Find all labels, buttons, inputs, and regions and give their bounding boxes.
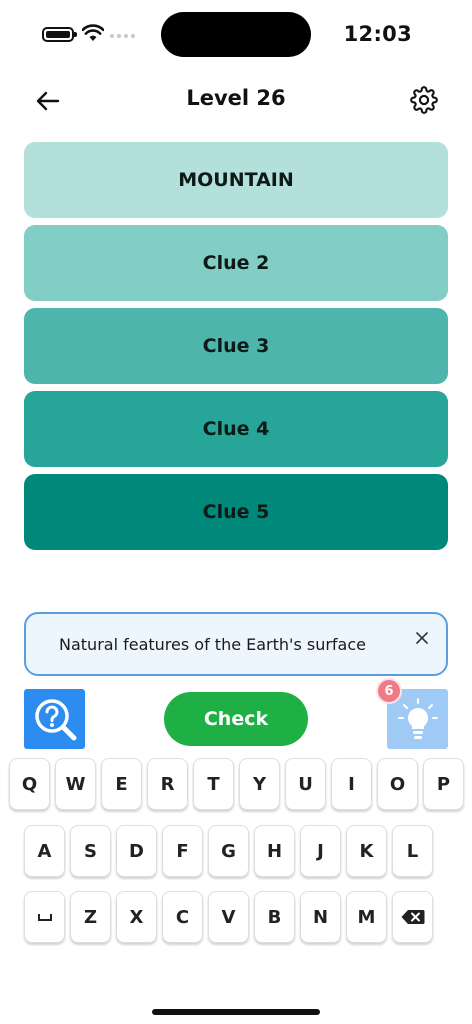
- key-b[interactable]: B: [254, 891, 295, 943]
- hint-banner: Natural features of the Earth's surface: [24, 612, 448, 676]
- key-t[interactable]: T: [193, 758, 234, 810]
- dynamic-island: [161, 12, 311, 57]
- search-question-icon: [34, 699, 76, 741]
- clue-card-1[interactable]: MOUNTAIN: [24, 142, 448, 218]
- key-w[interactable]: W: [55, 758, 96, 810]
- gear-icon: [410, 86, 438, 114]
- key-r[interactable]: R: [147, 758, 188, 810]
- check-button[interactable]: Check: [164, 692, 308, 746]
- home-indicator: [152, 1009, 320, 1015]
- battery-icon: [42, 27, 77, 42]
- key-backspace[interactable]: [392, 891, 433, 943]
- key-u[interactable]: U: [285, 758, 326, 810]
- key-l[interactable]: L: [392, 825, 433, 877]
- key-m[interactable]: M: [346, 891, 387, 943]
- key-h[interactable]: H: [254, 825, 295, 877]
- clue-card-5[interactable]: Clue 5: [24, 474, 448, 550]
- key-z[interactable]: Z: [70, 891, 111, 943]
- key-j[interactable]: J: [300, 825, 341, 877]
- page-title: Level 26: [186, 86, 286, 110]
- key-g[interactable]: G: [208, 825, 249, 877]
- wifi-icon: [82, 24, 104, 41]
- clue-card-4[interactable]: Clue 4: [24, 391, 448, 467]
- keyboard-row-3: Z X C V B N M: [24, 891, 438, 943]
- key-space[interactable]: [24, 891, 65, 943]
- hint-text: Natural features of the Earth's surface: [59, 634, 366, 654]
- key-f[interactable]: F: [162, 825, 203, 877]
- key-c[interactable]: C: [162, 891, 203, 943]
- key-e[interactable]: E: [101, 758, 142, 810]
- key-a[interactable]: A: [24, 825, 65, 877]
- keyboard-row-1: Q W E R T Y U I O P: [9, 758, 469, 810]
- key-y[interactable]: Y: [239, 758, 280, 810]
- key-x[interactable]: X: [116, 891, 157, 943]
- key-k[interactable]: K: [346, 825, 387, 877]
- space-icon: [37, 914, 52, 921]
- clue-card-3[interactable]: Clue 3: [24, 308, 448, 384]
- key-v[interactable]: V: [208, 891, 249, 943]
- key-i[interactable]: I: [331, 758, 372, 810]
- key-d[interactable]: D: [116, 825, 157, 877]
- lightbulb-icon: [397, 698, 438, 739]
- clue-list: MOUNTAIN Clue 2 Clue 3 Clue 4 Clue 5: [24, 142, 448, 557]
- key-s[interactable]: S: [70, 825, 111, 877]
- key-n[interactable]: N: [300, 891, 341, 943]
- keyboard-row-2: A S D F G H J K L: [24, 825, 438, 877]
- hint-count-badge: 6: [376, 678, 402, 704]
- settings-button[interactable]: [408, 84, 440, 116]
- header: Level 26: [0, 78, 472, 124]
- clue-card-2[interactable]: Clue 2: [24, 225, 448, 301]
- reveal-search-button[interactable]: [24, 689, 85, 749]
- status-time: 12:03: [343, 22, 412, 46]
- cellular-signal-icon: [110, 34, 135, 38]
- hint-close-button[interactable]: [412, 628, 432, 648]
- status-bar: 12:03: [0, 0, 472, 70]
- close-icon: [416, 632, 428, 644]
- key-p[interactable]: P: [423, 758, 464, 810]
- backspace-icon: [401, 910, 424, 924]
- key-o[interactable]: O: [377, 758, 418, 810]
- key-q[interactable]: Q: [9, 758, 50, 810]
